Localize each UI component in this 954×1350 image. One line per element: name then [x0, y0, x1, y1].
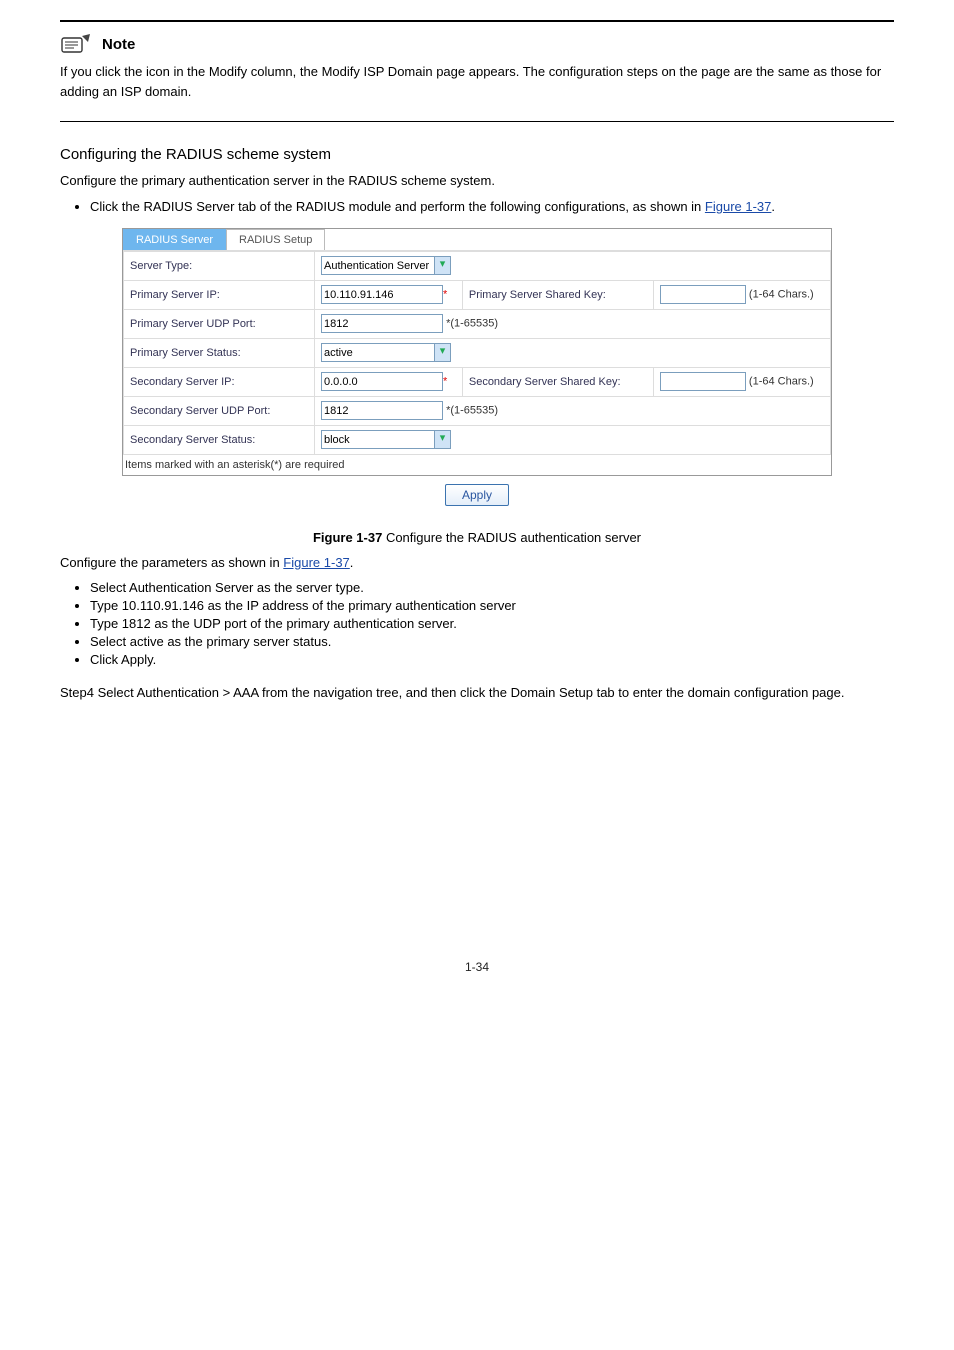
- step-bullet-suf: .: [771, 199, 775, 214]
- list-item: Select Authentication Server as the serv…: [90, 580, 894, 595]
- secondary-key-input[interactable]: [660, 372, 746, 391]
- label-secondary-status: Secondary Server Status:: [124, 425, 315, 454]
- primary-port-hint: *(1-65535): [446, 318, 498, 330]
- bullets-intro: Configure the parameters as shown in Fig…: [60, 553, 894, 573]
- list-item: Select active as the primary server stat…: [90, 634, 894, 649]
- figure-link[interactable]: Figure 1-37: [283, 555, 349, 570]
- tab-radius-setup[interactable]: RADIUS Setup: [226, 229, 325, 250]
- label-secondary-ip: Secondary Server IP:: [124, 367, 315, 396]
- note-icon: [60, 32, 94, 56]
- section-intro: Configure the primary authentication ser…: [60, 171, 894, 191]
- required-star: *: [443, 376, 447, 388]
- apply-button[interactable]: Apply: [445, 484, 509, 506]
- divider-after-note: [60, 121, 894, 122]
- primary-status-select[interactable]: [321, 343, 435, 362]
- secondary-ip-input[interactable]: [321, 372, 443, 391]
- required-star: *: [443, 289, 447, 301]
- required-note: Items marked with an asterisk(*) are req…: [123, 455, 831, 475]
- figure-link-inline[interactable]: Figure 1-37: [705, 199, 771, 214]
- label-primary-key: Primary Server Shared Key:: [462, 280, 653, 309]
- label-secondary-key: Secondary Server Shared Key:: [462, 367, 653, 396]
- secondary-key-hint: (1-64 Chars.): [749, 376, 814, 388]
- chevron-down-icon[interactable]: ▾: [434, 343, 451, 362]
- primary-key-hint: (1-64 Chars.): [749, 289, 814, 301]
- config-bullets: Select Authentication Server as the serv…: [60, 580, 894, 667]
- label-server-type: Server Type:: [124, 251, 315, 280]
- radius-screenshot: RADIUS Server RADIUS Setup Server Type: …: [122, 228, 832, 476]
- label-secondary-port: Secondary Server UDP Port:: [124, 396, 315, 425]
- tab-radius-server[interactable]: RADIUS Server: [123, 229, 226, 250]
- list-item: Type 10.110.91.146 as the IP address of …: [90, 598, 894, 613]
- note-text: If you click the icon in the Modify colu…: [60, 62, 894, 101]
- step-bullet-pre: Click the RADIUS Server tab of the RADIU…: [90, 199, 705, 214]
- step4-heading: Step4 Select Authentication > AAA from t…: [60, 685, 894, 700]
- primary-key-input[interactable]: [660, 285, 746, 304]
- label-primary-status: Primary Server Status:: [124, 338, 315, 367]
- bullets-intro-pre: Configure the parameters as shown in: [60, 555, 283, 570]
- primary-port-input[interactable]: [321, 314, 443, 333]
- figure-rest: Configure the RADIUS authentication serv…: [382, 530, 641, 545]
- note-block: Note: [60, 32, 894, 56]
- chevron-down-icon[interactable]: ▾: [434, 256, 451, 275]
- radius-form-table: Server Type: ▾ Primary Server IP: * Prim…: [123, 251, 831, 455]
- server-type-select[interactable]: [321, 256, 435, 275]
- secondary-port-hint: *(1-65535): [446, 405, 498, 417]
- secondary-port-input[interactable]: [321, 401, 443, 420]
- list-item: Type 1812 as the UDP port of the primary…: [90, 616, 894, 631]
- primary-ip-input[interactable]: [321, 285, 443, 304]
- section-heading: Configuring the RADIUS scheme system: [60, 146, 894, 163]
- chevron-down-icon[interactable]: ▾: [434, 430, 451, 449]
- note-label: Note: [102, 36, 135, 53]
- secondary-status-select[interactable]: [321, 430, 435, 449]
- list-item: Click Apply.: [90, 652, 894, 667]
- tab-bar: RADIUS Server RADIUS Setup: [123, 229, 831, 250]
- figure-caption: Figure 1-37 Configure the RADIUS authent…: [60, 530, 894, 545]
- bullets-intro-suf: .: [350, 555, 354, 570]
- label-primary-port: Primary Server UDP Port:: [124, 309, 315, 338]
- page-number: 1-34: [60, 960, 894, 974]
- step-bullet: Click the RADIUS Server tab of the RADIU…: [90, 199, 894, 214]
- label-primary-ip: Primary Server IP:: [124, 280, 315, 309]
- figure-number: Figure 1-37: [313, 530, 382, 545]
- divider-top: [60, 20, 894, 22]
